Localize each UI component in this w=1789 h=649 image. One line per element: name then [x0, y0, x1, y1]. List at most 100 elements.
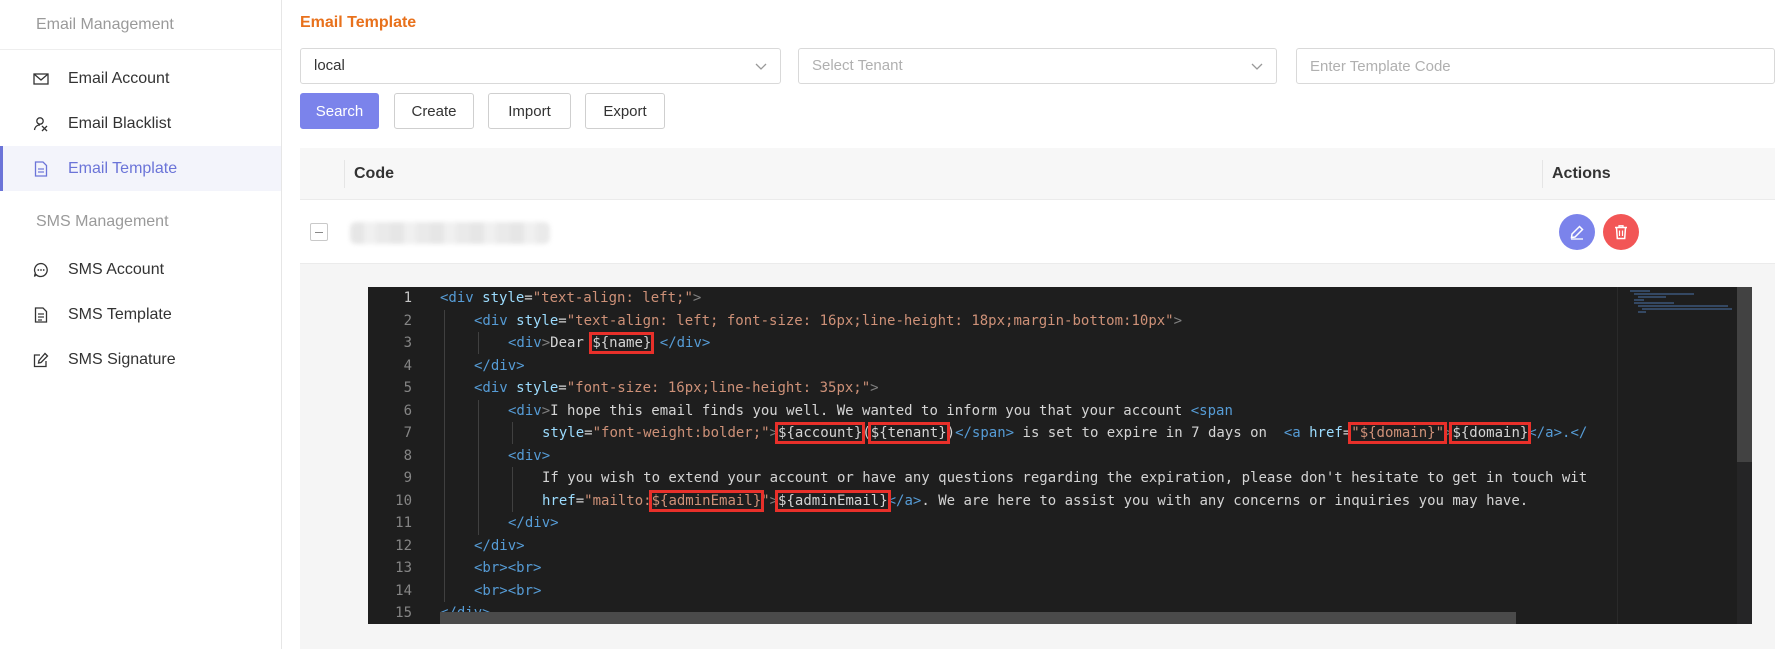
token-tag: > — [541, 335, 551, 351]
sidebar-item-label: Email Blacklist — [68, 114, 172, 132]
minimap-line — [1630, 290, 1650, 292]
line-number: 3 — [403, 335, 412, 351]
code-line: <br><br> — [474, 580, 541, 603]
template-code-input[interactable] — [1296, 48, 1775, 84]
token-tag: <div — [508, 402, 542, 419]
token-tag: <div — [474, 312, 508, 329]
token-text: is set to expire in 7 days on — [1014, 425, 1284, 441]
token-text: . We are here to assist you with any con… — [921, 492, 1529, 509]
token-text: .</ — [1562, 425, 1588, 441]
sidebar-item-email-template[interactable]: Email Template — [0, 146, 281, 191]
placeholder-highlight: "${domain}" — [1348, 422, 1447, 444]
token-punc: = — [524, 290, 533, 306]
sidebar-item-sms-signature[interactable]: SMS Signature — [0, 337, 281, 382]
line-number-gutter: 1 2 3 4 5 6 7 8 9 10 11 12 13 14 15 — [368, 287, 432, 624]
export-button[interactable]: Export — [585, 93, 665, 129]
line-number: 5 — [403, 380, 412, 396]
line-number: 9 — [403, 470, 412, 486]
column-divider — [1542, 160, 1543, 188]
horizontal-scrollbar[interactable] — [440, 612, 1516, 624]
code-editor[interactable]: 1 2 3 4 5 6 7 8 9 10 11 12 13 14 15 <div… — [368, 287, 1752, 624]
token-tag: </span> — [955, 425, 1015, 441]
column-header-code: Code — [354, 165, 394, 182]
placeholder-highlight: ${tenant} — [867, 422, 950, 444]
sidebar-item-label: SMS Template — [68, 305, 172, 323]
token-string: " — [1435, 425, 1444, 441]
code-line: <div style="text-align: left;"> — [440, 287, 701, 310]
code-line: <div> — [508, 445, 550, 468]
token-string: " — [1351, 425, 1360, 441]
token-tag: </a> — [887, 492, 922, 509]
minimap-line — [1634, 293, 1694, 295]
delete-button[interactable] — [1603, 214, 1639, 250]
collapse-row-button[interactable] — [310, 223, 328, 241]
token-attr: href — [542, 492, 576, 509]
token-string: "font-size: 16px;line-height: 35px;" — [566, 380, 871, 396]
edit-square-icon — [32, 351, 50, 369]
code-line: href="mailto:${adminEmail}">${adminEmail… — [542, 489, 1529, 513]
token-tag: <div> — [508, 447, 551, 464]
token-punc: = — [1342, 425, 1352, 441]
sidebar-item-sms-template[interactable]: SMS Template — [0, 292, 281, 337]
token-punc: = — [558, 312, 567, 329]
minimap-line — [1642, 308, 1732, 310]
edit-button[interactable] — [1559, 214, 1595, 250]
vertical-scrollbar-thumb[interactable] — [1737, 287, 1752, 462]
line-number: 7 — [403, 425, 412, 441]
line-number: 1 — [403, 290, 412, 306]
sidebar-item-label: Email Account — [68, 69, 170, 87]
token-tag: > — [870, 380, 879, 396]
token-tag: > — [1173, 312, 1183, 329]
token-punc: = — [575, 492, 585, 509]
sidebar-item-sms-account[interactable]: SMS Account — [0, 247, 281, 292]
placeholder-highlight: ${adminEmail} — [775, 489, 891, 512]
token-text: Dear — [550, 335, 593, 351]
minimap-line — [1638, 311, 1646, 313]
sidebar-item-label: Email Template — [68, 159, 178, 177]
line-number: 15 — [395, 605, 412, 621]
sidebar-item-label: SMS Signature — [68, 350, 176, 368]
token-string: ${domain} — [1359, 425, 1436, 441]
code-lines: <div style="text-align: left;"> <div sty… — [440, 287, 1617, 624]
token-tag: <span — [1190, 402, 1233, 419]
main-content: Email Template local Select Tenant Searc… — [300, 0, 1775, 649]
search-button[interactable]: Search — [300, 93, 379, 129]
editor-minimap[interactable] — [1617, 287, 1737, 624]
token-tag: > — [692, 290, 702, 306]
token-tag: > — [769, 492, 779, 509]
token-text: If you wish to extend your account or ha… — [542, 470, 1588, 486]
sidebar-item-email-account[interactable]: Email Account — [0, 56, 281, 101]
line-number: 8 — [403, 447, 412, 464]
minimap-line — [1638, 305, 1728, 307]
token-string: "text-align: left;" — [532, 290, 693, 306]
line-number: 10 — [395, 492, 412, 509]
page-title: Email Template — [300, 14, 417, 31]
indent-guide — [478, 332, 479, 354]
token-tag: > — [541, 402, 551, 419]
code-line: </div> — [474, 355, 525, 378]
chevron-down-icon — [755, 63, 767, 70]
placeholder-highlight: ${account} — [775, 422, 866, 444]
sidebar-item-email-blacklist[interactable]: Email Blacklist — [0, 101, 281, 146]
indent-guide — [512, 422, 513, 444]
column-divider — [344, 160, 345, 188]
table-header: Code Actions — [300, 148, 1775, 200]
code-line: </div> — [508, 512, 559, 535]
table-row — [300, 200, 1775, 264]
token-attr: style — [507, 312, 559, 329]
token-tag: </div> — [659, 335, 711, 351]
create-button[interactable]: Create — [394, 93, 474, 129]
indent-guide — [444, 309, 445, 602]
placeholder-highlight: ${adminEmail} — [648, 489, 765, 512]
minimap-line — [1634, 302, 1674, 304]
minimap-line — [1634, 299, 1644, 301]
sidebar-section-email: Email Management — [0, 0, 281, 50]
tenant-select[interactable]: Select Tenant — [798, 48, 1277, 84]
token-punc: = — [584, 425, 593, 441]
vertical-scrollbar[interactable] — [1737, 287, 1752, 624]
environment-select[interactable]: local — [300, 48, 781, 84]
placeholder-highlight: ${domain} — [1449, 422, 1532, 444]
import-button[interactable]: Import — [488, 93, 571, 129]
chevron-down-icon — [1251, 63, 1263, 70]
